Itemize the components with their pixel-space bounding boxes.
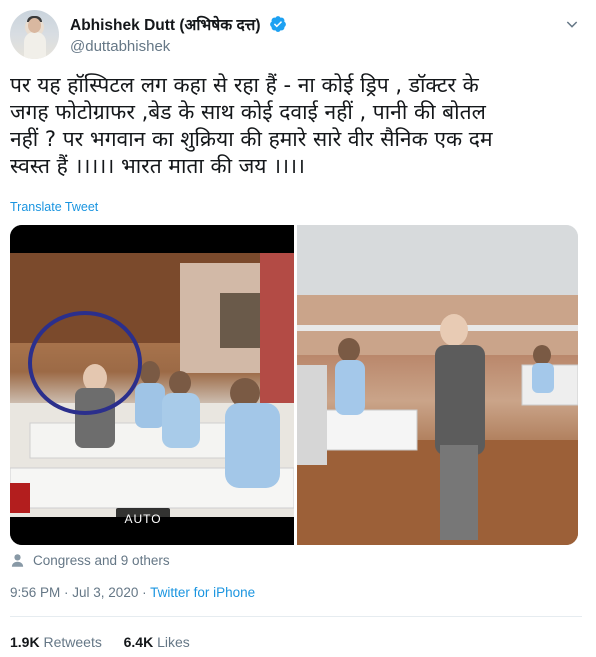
likes-count: 6.4K bbox=[123, 634, 154, 650]
likes-stat[interactable]: 6.4K Likes bbox=[124, 634, 190, 650]
display-name[interactable]: Abhishek Dutt (अभिषेक दत्त) bbox=[70, 13, 261, 35]
video-thumbnail[interactable]: AUTO bbox=[10, 225, 294, 545]
liked-by-row[interactable]: Congress and 9 others bbox=[10, 550, 170, 570]
media-grid[interactable]: AUTO bbox=[10, 225, 578, 545]
tweet-meta: 9:56 PM · Jul 3, 2020 · Twitter for iPho… bbox=[10, 585, 255, 600]
person-icon bbox=[11, 553, 24, 567]
retweets-stat[interactable]: 1.9K Retweets bbox=[10, 634, 102, 650]
video-autoplay-badge: AUTO bbox=[116, 508, 170, 530]
avatar[interactable] bbox=[10, 10, 59, 59]
likes-label: Likes bbox=[157, 634, 190, 650]
divider bbox=[10, 616, 582, 617]
tweet-stats: 1.9K Retweets 6.4K Likes bbox=[10, 634, 190, 650]
handle[interactable]: @duttabhishek bbox=[70, 38, 287, 55]
tweet-date[interactable]: Jul 3, 2020 bbox=[72, 585, 138, 600]
tweet-header: Abhishek Dutt (अभिषेक दत्त) @duttabhishe… bbox=[10, 10, 586, 60]
retweets-count: 1.9K bbox=[10, 634, 40, 650]
author-block: Abhishek Dutt (अभिषेक दत्त) @duttabhishe… bbox=[70, 13, 287, 55]
retweets-label: Retweets bbox=[43, 634, 102, 650]
video-scene-illustration bbox=[10, 253, 294, 517]
meta-separator: · bbox=[60, 585, 73, 600]
photo-thumbnail[interactable] bbox=[297, 225, 578, 545]
tweet-text: पर यह हॉस्पिटल लग कहा से रहा हैं - ना को… bbox=[10, 73, 493, 178]
meta-separator: · bbox=[138, 585, 151, 600]
tweet-source[interactable]: Twitter for iPhone bbox=[150, 585, 255, 600]
translate-tweet-link[interactable]: Translate Tweet bbox=[10, 200, 98, 214]
verified-badge-icon bbox=[269, 16, 286, 32]
liked-by-text: Congress and 9 others bbox=[33, 552, 170, 568]
photo-scene-illustration bbox=[297, 225, 578, 545]
chevron-down-icon[interactable] bbox=[564, 16, 580, 32]
tweet-time[interactable]: 9:56 PM bbox=[10, 585, 60, 600]
